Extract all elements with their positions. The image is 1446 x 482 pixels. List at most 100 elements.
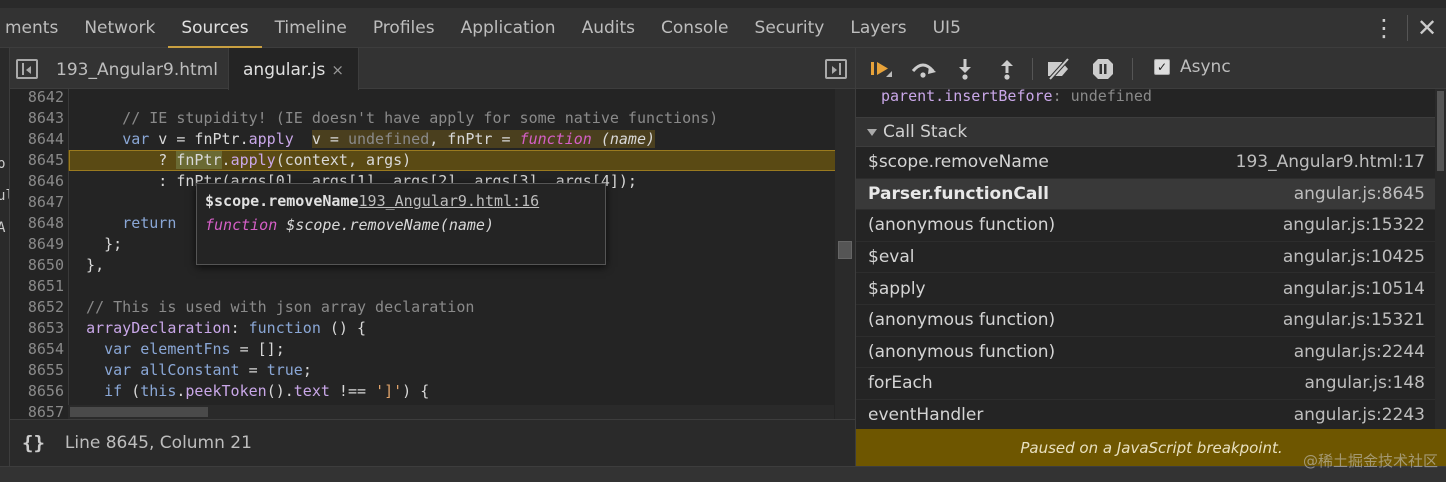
call-frame-location[interactable]: angular.js:8645	[1294, 184, 1425, 204]
code-token: allConstant	[140, 361, 240, 379]
panel-tab[interactable]: Application	[448, 8, 569, 48]
close-tab-icon[interactable]: ×	[331, 61, 344, 79]
call-frame[interactable]: (anonymous function) angular.js:15321	[856, 305, 1436, 337]
panel-tab[interactable]: Profiles	[360, 8, 448, 48]
file-tab-bar: 193_Angular9.html angular.js ×	[10, 48, 855, 90]
panel-tab[interactable]: Layers	[837, 8, 919, 48]
step-over-icon[interactable]	[908, 54, 938, 84]
call-frame-function: Parser.functionCall	[868, 183, 1049, 204]
divider	[1032, 58, 1033, 80]
line-number[interactable]: 8647	[10, 192, 68, 213]
panel-tab[interactable]: Security	[742, 8, 838, 48]
panel-tab[interactable]: Timeline	[262, 8, 360, 48]
line-number[interactable]: 8645	[10, 150, 68, 171]
line-number[interactable]: 8643	[10, 108, 68, 129]
pause-on-exceptions-icon[interactable]	[1088, 54, 1118, 84]
more-options-icon[interactable]: ⋮	[1361, 8, 1407, 48]
toggle-navigator-icon[interactable]	[16, 59, 38, 79]
scroll-thumb[interactable]	[70, 407, 208, 417]
step-into-icon[interactable]	[950, 54, 980, 84]
scope-variable-row: parent.insertBefore: undefined	[856, 89, 1436, 118]
close-devtools-icon[interactable]: ✕	[1408, 8, 1446, 48]
line-number[interactable]: 8646	[10, 171, 68, 192]
line-number[interactable]: 8653	[10, 318, 68, 339]
panel-tab[interactable]: Sources	[168, 8, 262, 48]
code-token: () {	[320, 319, 367, 337]
line-number[interactable]: 8657	[10, 402, 68, 419]
call-frame-location[interactable]: angular.js:2244	[1294, 342, 1425, 362]
editor-horizontal-scrollbar[interactable]	[68, 405, 834, 419]
code-token: apply	[230, 151, 276, 169]
call-frame-location[interactable]: angular.js:2243	[1294, 405, 1425, 425]
inline-value-part: v =	[311, 130, 348, 148]
async-checkbox[interactable]: ✓	[1154, 59, 1170, 75]
scroll-thumb[interactable]	[838, 241, 852, 259]
panel-tab[interactable]: ments	[0, 8, 71, 48]
file-tab-label: 193_Angular9.html	[56, 60, 218, 80]
line-number[interactable]: 8644	[10, 129, 68, 150]
line-number[interactable]: 8652	[10, 297, 68, 318]
resume-icon[interactable]	[866, 54, 896, 84]
line-number[interactable]: 8649	[10, 234, 68, 255]
async-toggle[interactable]: ✓ Async	[1154, 57, 1231, 77]
code-line: 8653 arrayDeclaration: function () {	[10, 318, 835, 339]
line-number[interactable]: 8648	[10, 213, 68, 234]
code-token: function	[248, 319, 321, 337]
call-frame[interactable]: Parser.functionCall angular.js:8645	[856, 178, 1436, 211]
left-panel-strip: p ul A	[0, 48, 10, 466]
call-frame-location[interactable]: angular.js:15322	[1283, 215, 1425, 235]
call-frame[interactable]: $apply angular.js:10514	[856, 273, 1436, 305]
code-token: true	[266, 361, 303, 379]
call-frame[interactable]: (anonymous function) angular.js:2244	[856, 337, 1436, 369]
call-frame-location[interactable]: angular.js:148	[1305, 373, 1426, 393]
line-number[interactable]: 8654	[10, 339, 68, 360]
line-number[interactable]: 8642	[10, 89, 68, 108]
panel-tab[interactable]: Audits	[569, 8, 648, 48]
call-frame[interactable]: $scope.removeName 193_Angular9.html:17	[856, 147, 1436, 179]
scope-separator: :	[1052, 89, 1071, 105]
call-frame[interactable]: forEach angular.js:148	[856, 368, 1436, 400]
line-number[interactable]: 8656	[10, 381, 68, 402]
popover-source-link[interactable]: 193_Angular9.html:16	[359, 192, 540, 210]
code-token: text	[293, 382, 330, 400]
step-out-icon[interactable]	[992, 54, 1022, 84]
toggle-debugger-icon[interactable]	[825, 59, 847, 79]
line-number[interactable]: 8650	[10, 255, 68, 276]
deactivate-breakpoints-icon[interactable]	[1044, 54, 1074, 84]
call-frame-function: $scope.removeName	[868, 152, 1049, 173]
call-frame-location[interactable]: angular.js:10514	[1283, 279, 1425, 299]
call-frame-function: (anonymous function)	[868, 215, 1056, 236]
code-token: !==	[329, 382, 376, 400]
file-tab-html[interactable]: 193_Angular9.html	[42, 48, 232, 89]
pretty-print-button[interactable]: {}	[22, 432, 45, 454]
call-frame[interactable]: (anonymous function) angular.js:15322	[856, 210, 1436, 242]
line-number[interactable]: 8651	[10, 276, 68, 297]
call-frame-location[interactable]: 193_Angular9.html:17	[1236, 152, 1425, 172]
code-token: return	[122, 214, 177, 232]
file-tab-angular[interactable]: angular.js ×	[228, 48, 359, 90]
call-frame-location[interactable]: angular.js:10425	[1283, 247, 1425, 267]
code-line: 8643 // IE stupidity! (IE doesn't have a…	[10, 108, 835, 129]
call-stack-header[interactable]: Call Stack	[856, 118, 1436, 147]
line-number[interactable]: 8655	[10, 360, 68, 381]
panel-tab[interactable]: Console	[648, 8, 742, 48]
code-token: if	[104, 382, 123, 400]
code-token: },	[68, 256, 105, 274]
code-token: = [];	[230, 340, 285, 358]
sidebar-scrollbar[interactable]	[1435, 89, 1446, 429]
editor-vertical-scrollbar[interactable]	[835, 89, 855, 419]
panel-tab[interactable]: Network	[71, 8, 168, 48]
scroll-thumb[interactable]	[1437, 91, 1444, 171]
call-frame-location[interactable]: angular.js:15321	[1283, 310, 1425, 330]
code-token: :	[230, 319, 249, 337]
call-frame[interactable]: eventHandler angular.js:2243	[856, 400, 1436, 432]
panel-tab[interactable]: UI5	[920, 8, 974, 48]
code-token: arrayDeclaration	[86, 319, 231, 337]
divider	[1132, 58, 1133, 80]
code-token: (	[122, 382, 141, 400]
call-frame[interactable]: $eval angular.js:10425	[856, 242, 1436, 274]
